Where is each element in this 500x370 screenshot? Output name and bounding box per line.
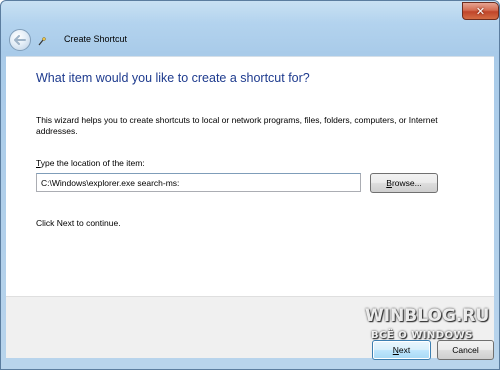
location-input[interactable] (36, 173, 361, 192)
page-title: Create Shortcut (64, 34, 128, 44)
watermark-main: WINBLOG.RU (365, 306, 490, 326)
browse-button[interactable]: Browse... (370, 173, 438, 193)
site-watermark: WINBLOG.RU ВСЁ О WINDOWS (361, 301, 497, 353)
browse-label-rest: rowse... (391, 178, 422, 188)
close-icon: ✕ (475, 4, 486, 18)
location-label: Type the location of the item: (36, 158, 145, 168)
back-button[interactable] (9, 29, 31, 51)
back-arrow-icon (14, 35, 26, 45)
location-label-rest: ype the location of the item: (40, 158, 145, 168)
wizard-header: Create Shortcut (6, 26, 494, 56)
main-instruction: What item would you like to create a sho… (36, 71, 310, 85)
continue-hint: Click Next to continue. (36, 218, 121, 228)
watermark-sub: ВСЁ О WINDOWS (371, 330, 473, 341)
wizard-content: What item would you like to create a sho… (6, 56, 494, 296)
description-text: This wizard helps you to create shortcut… (36, 115, 438, 136)
shortcut-wizard-icon (38, 37, 46, 46)
close-button[interactable]: ✕ (462, 2, 499, 20)
